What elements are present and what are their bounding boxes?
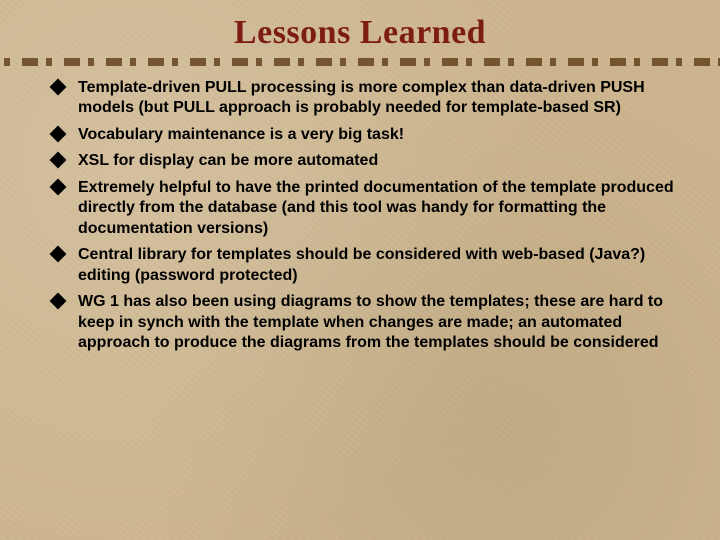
list-item: XSL for display can be more automated	[52, 151, 688, 177]
bullet-text: Extremely helpful to have the printed do…	[78, 179, 674, 237]
diamond-bullet-icon	[50, 293, 67, 310]
slide-title: Lessons Learned	[28, 14, 692, 52]
bullet-text: Vocabulary maintenance is a very big tas…	[78, 126, 404, 143]
title-divider	[0, 58, 720, 66]
list-item: Vocabulary maintenance is a very big tas…	[52, 125, 688, 151]
diamond-bullet-icon	[50, 246, 67, 263]
diamond-bullet-icon	[50, 125, 67, 142]
bullet-text: Central library for templates should be …	[78, 246, 645, 283]
list-item: Template-driven PULL processing is more …	[52, 78, 688, 125]
bullet-list: Template-driven PULL processing is more …	[28, 78, 692, 360]
bullet-text: Template-driven PULL processing is more …	[78, 79, 645, 116]
diamond-bullet-icon	[50, 79, 67, 96]
list-item: Extremely helpful to have the printed do…	[52, 178, 688, 245]
slide: Lessons Learned Template-driven PULL pro…	[0, 0, 720, 380]
diamond-bullet-icon	[50, 152, 67, 169]
bullet-text: WG 1 has also been using diagrams to sho…	[78, 293, 663, 351]
bullet-text: XSL for display can be more automated	[78, 152, 378, 169]
diamond-bullet-icon	[50, 178, 67, 195]
list-item: Central library for templates should be …	[52, 245, 688, 292]
list-item: WG 1 has also been using diagrams to sho…	[52, 292, 688, 359]
